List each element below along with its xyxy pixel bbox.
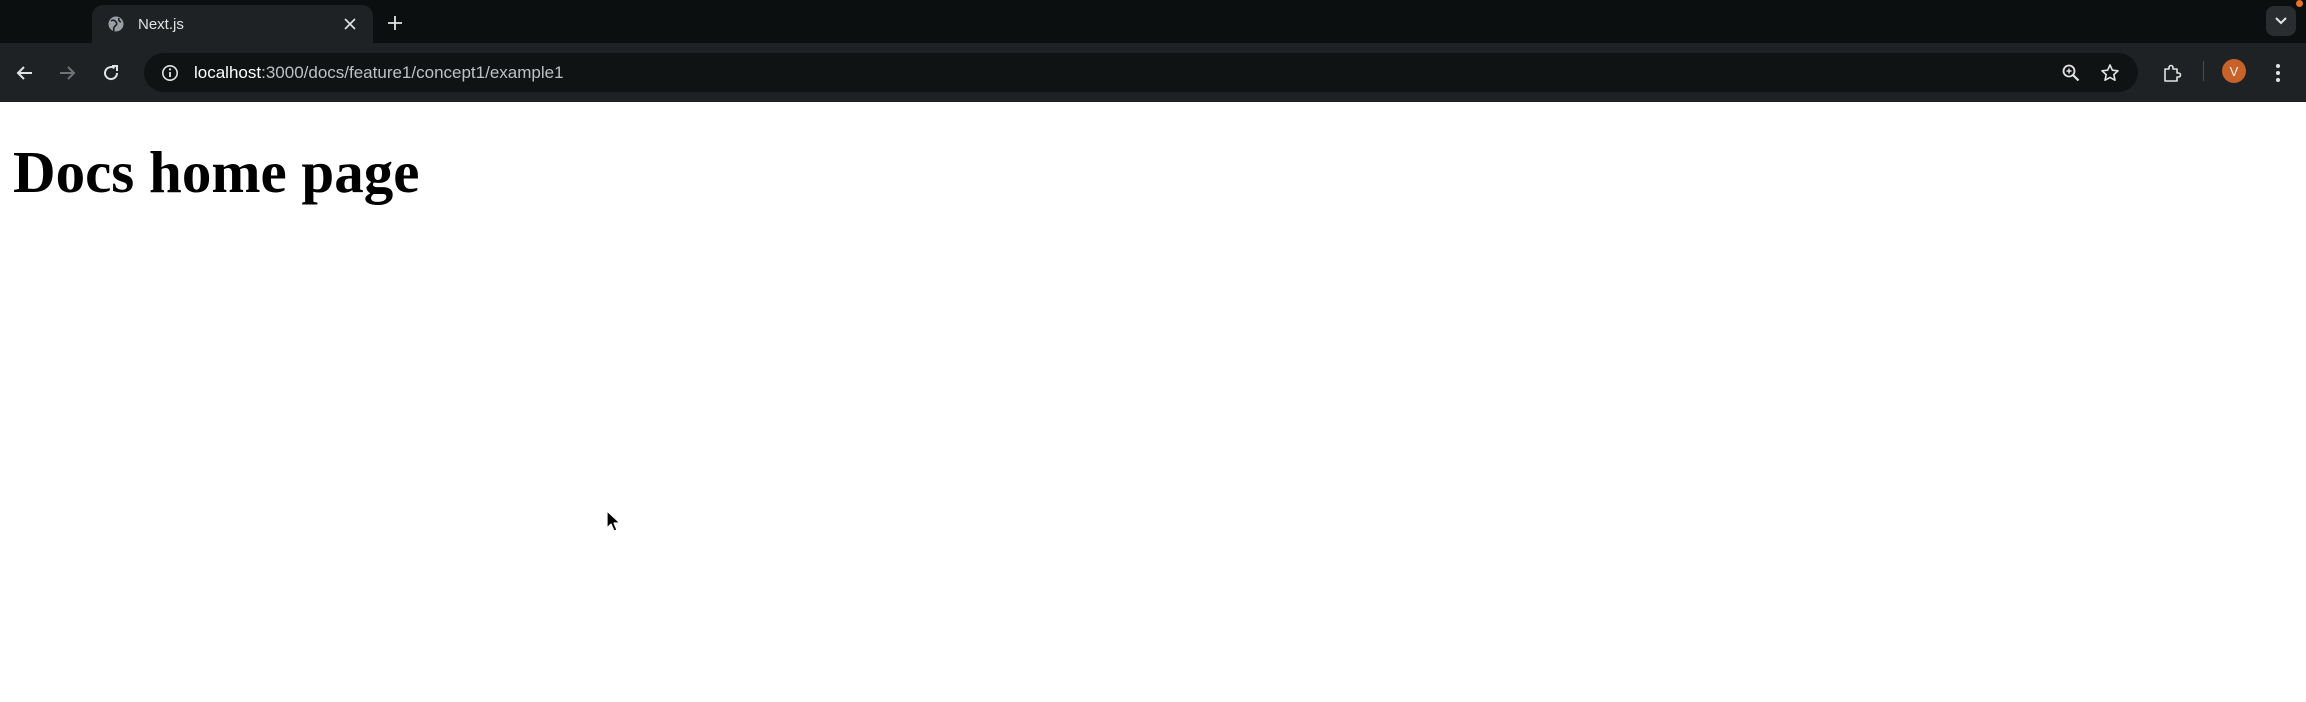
reload-button[interactable] — [95, 57, 127, 89]
tab-search-button[interactable] — [2266, 6, 2296, 36]
reload-icon — [104, 65, 119, 81]
page-heading: Docs home page — [13, 139, 420, 205]
mouse-cursor-icon — [606, 510, 621, 532]
address-bar[interactable]: localhost:3000/docs/feature1/concept1/ex… — [144, 53, 2138, 92]
arrow-right-icon — [60, 66, 76, 80]
tab-title: Next.js — [138, 15, 184, 33]
browser-toolbar: localhost:3000/docs/feature1/concept1/ex… — [0, 43, 2306, 102]
site-info-icon[interactable] — [150, 53, 190, 92]
forward-button[interactable] — [51, 57, 83, 89]
extensions-button[interactable] — [2156, 57, 2188, 89]
url-host: localhost — [194, 62, 262, 82]
plus-icon — [388, 16, 402, 30]
toolbar-divider — [2203, 61, 2204, 81]
zoom-icon[interactable] — [2054, 53, 2088, 92]
close-icon[interactable] — [339, 13, 361, 35]
profile-avatar[interactable]: V — [2222, 59, 2246, 83]
browser-menu-button[interactable] — [2262, 57, 2294, 89]
url-path: :3000/docs/feature1/concept1/example1 — [261, 62, 564, 82]
more-vertical-icon — [2276, 64, 2280, 82]
url-text[interactable]: localhost:3000/docs/feature1/concept1/ex… — [194, 63, 564, 83]
puzzle-icon — [2164, 64, 2182, 82]
back-button[interactable] — [9, 57, 41, 89]
chevron-down-icon — [2275, 17, 2287, 25]
new-tab-button[interactable] — [380, 8, 410, 38]
bookmark-star-icon[interactable] — [2093, 53, 2127, 92]
tab-strip: Next.js — [0, 0, 2306, 43]
tab-active[interactable]: Next.js — [92, 5, 373, 43]
browser-chrome: Next.js localhost:3000/docs/feature1/con… — [0, 0, 2306, 102]
arrow-left-icon — [16, 66, 32, 80]
page-content: Docs home page — [0, 102, 2306, 702]
globe-icon — [106, 14, 126, 34]
notification-dot — [2296, 0, 2303, 7]
